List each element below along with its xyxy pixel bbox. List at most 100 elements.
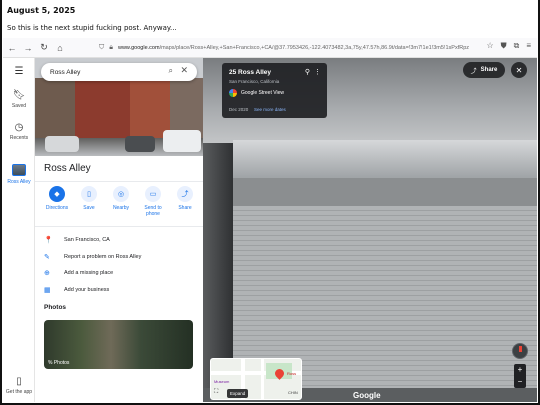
street-view-pane[interactable]: 25 Ross Alley San Francisco, California … [203, 58, 537, 402]
nearby-button[interactable]: ◎ Nearby [107, 186, 135, 217]
address-row[interactable]: 📍 San Francisco, CA [44, 236, 199, 244]
map-road [261, 359, 264, 399]
edit-icon: ✎ [44, 254, 50, 261]
nearby-icon: ◎ [113, 186, 129, 202]
bookmark-icon: ▯ [81, 186, 97, 202]
search-value: Ross Alley [50, 68, 81, 76]
post-text: So this is the next stupid fucking post.… [7, 24, 177, 32]
search-input[interactable]: Ross Alley ⌕ ✕ [41, 63, 197, 81]
bookmark-icon: 🔖︎ [12, 90, 26, 101]
info-text: Add a missing place [64, 270, 114, 276]
sv-beam [233, 140, 537, 178]
location-pin-icon[interactable]: ⚲ [305, 68, 310, 76]
history-icon: ◷ [14, 122, 24, 133]
rail-item-label: Get the app [5, 389, 33, 395]
extensions-icon[interactable]: ⧉ [514, 41, 520, 51]
forward-arrow-icon[interactable]: → [21, 41, 35, 55]
rail-item-get-app[interactable]: ▯ Get the app [3, 376, 35, 395]
directions-button[interactable]: ◆ Directions [43, 186, 71, 217]
divider [35, 181, 203, 182]
close-icon[interactable]: ✕ [180, 65, 188, 76]
google-logo-icon [229, 89, 237, 97]
photos-heading: Photos [44, 304, 67, 311]
zoom-control[interactable]: + − [514, 364, 526, 388]
photo-building [35, 78, 75, 138]
report-problem-row[interactable]: ✎ Report a problem on Ross Alley [44, 253, 199, 261]
shield-icon: ⛉ [99, 44, 105, 51]
see-more-dates-link[interactable]: See more dates [254, 107, 286, 112]
fullscreen-icon[interactable]: ⛶ [214, 389, 218, 396]
photos-count: % Photos [48, 360, 70, 366]
reload-icon[interactable]: ↻ [37, 41, 51, 55]
share-icon: ⤴ [177, 186, 193, 202]
add-business-row[interactable]: ▦ Add your business [44, 286, 199, 294]
save-button[interactable]: ▯ Save [75, 186, 103, 217]
sv-close-button[interactable]: ✕ [511, 62, 527, 78]
action-label: Nearby [112, 205, 130, 211]
minimap[interactable]: Ross Museum CHIN ⛶ Expand [210, 358, 302, 400]
rail-item-recents[interactable]: ◷ Recents [3, 122, 35, 141]
photo-building [170, 78, 203, 138]
search-icon[interactable]: ⌕ [169, 66, 173, 76]
street-view-info-card: 25 Ross Alley San Francisco, California … [222, 63, 327, 118]
sv-share-button[interactable]: ⤴ Share [463, 62, 505, 78]
pocket-icon[interactable]: ⛊ [501, 41, 507, 51]
map-label: Ross [287, 371, 297, 376]
send-to-phone-button[interactable]: ▭ Send to phone [139, 186, 167, 217]
photo-car [125, 136, 155, 152]
google-watermark: Google [353, 391, 381, 400]
lock-icon: 🔒︎ [109, 44, 113, 51]
photo-building [75, 78, 130, 138]
info-text: San Francisco, CA [64, 237, 110, 243]
sv-brand-label: Google Street View [241, 90, 284, 96]
photo-car [163, 130, 201, 152]
location-pin-icon: 📍 [44, 237, 53, 244]
sv-address-subtitle: San Francisco, California [229, 79, 280, 84]
divider [35, 226, 203, 227]
sv-capture-date: Dec 2020 [229, 107, 249, 112]
directions-icon: ◆ [49, 186, 65, 202]
rail-item-saved[interactable]: 🔖︎ Saved [3, 90, 35, 109]
rail-item-label: Saved [11, 103, 27, 109]
post-date: August 5, 2025 [7, 6, 76, 15]
share-icon: ⤴ [470, 68, 477, 75]
place-hero-photo[interactable]: Ross Alley ⌕ ✕ [35, 58, 203, 156]
menu-icon[interactable]: ≡ [526, 41, 531, 51]
add-missing-place-row[interactable]: ⊕ Add a missing place [44, 269, 199, 277]
map-label: Museum [214, 379, 230, 384]
browser-tools: ☆ ⛊ ⧉ ≡ [486, 41, 531, 51]
place-panel: Ross Alley ⌕ ✕ Ross Alley ◆ Directions ▯… [35, 58, 203, 402]
action-label: Send to phone [144, 205, 162, 217]
info-text: Add your business [64, 287, 110, 293]
hamburger-icon: ☰ [14, 66, 24, 77]
url-text: www.google.com/maps/place/Ross+Alley,+Sa… [117, 45, 470, 51]
rail-item-ross-alley[interactable]: Ross Alley [3, 164, 35, 185]
info-text: Report a problem on Ross Alley [64, 254, 142, 260]
map-label: CHIN [288, 390, 298, 395]
rail-item-label: Ross Alley [7, 179, 31, 185]
zoom-out-icon[interactable]: − [514, 376, 526, 388]
phone-icon: ▯ [16, 376, 22, 387]
back-arrow-icon[interactable]: ← [5, 41, 19, 55]
rail-menu-button[interactable]: ☰ [3, 66, 35, 79]
business-icon: ▦ [44, 287, 51, 294]
share-button[interactable]: ⤴ Share [171, 186, 199, 217]
maps-left-rail: ☰ 🔖︎ Saved ◷ Recents Ross Alley ▯ Get th… [3, 58, 35, 402]
home-icon[interactable]: ⌂ [53, 41, 67, 55]
action-label: Directions [45, 205, 69, 211]
sv-address-title: 25 Ross Alley [229, 69, 272, 76]
share-label: Share [480, 67, 498, 73]
url-bar[interactable]: ⛉ 🔒︎ www.google.com/maps/place/Ross+Alle… [99, 41, 491, 55]
minimap-expand-button[interactable]: Expand [227, 389, 249, 398]
star-icon[interactable]: ☆ [486, 41, 493, 51]
more-options-icon[interactable]: ⋮ [314, 68, 321, 76]
photo-car [45, 136, 79, 152]
action-label: Share [178, 205, 192, 211]
action-label: Save [83, 205, 95, 211]
action-buttons: ◆ Directions ▯ Save ◎ Nearby ▭ Send to p… [43, 186, 199, 217]
compass-icon[interactable] [512, 343, 528, 359]
photos-thumbnail[interactable]: % Photos [44, 320, 193, 369]
phone-icon: ▭ [145, 186, 161, 202]
zoom-in-icon[interactable]: + [514, 364, 526, 376]
add-place-icon: ⊕ [44, 270, 50, 277]
